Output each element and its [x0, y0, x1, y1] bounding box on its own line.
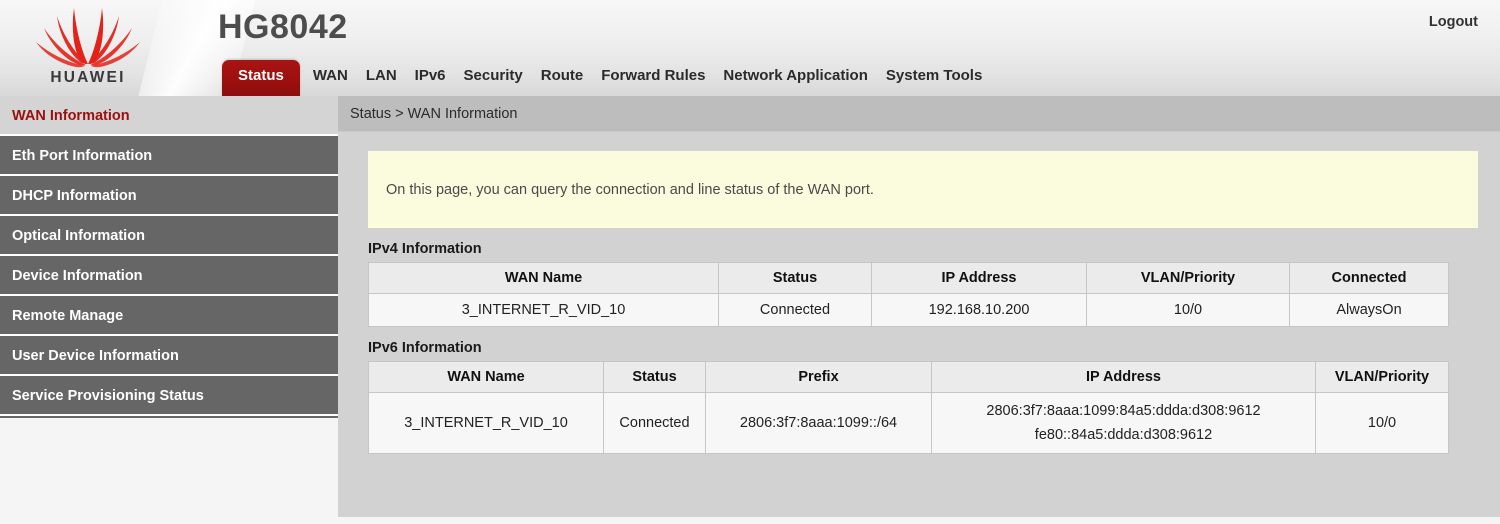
ipv6-cell-ip-address: 2806:3f7:8aaa:1099:84a5:ddda:d308:9612 f… [932, 393, 1316, 454]
nav-item-security[interactable]: Security [455, 67, 532, 96]
ipv6-cell-status: Connected [604, 393, 706, 454]
info-banner: On this page, you can query the connecti… [368, 151, 1478, 228]
ipv4-header-status: Status [719, 263, 872, 294]
ipv4-header-vlan-priority: VLAN/Priority [1087, 263, 1290, 294]
table-header-row: WAN Name Status IP Address VLAN/Priority… [369, 263, 1449, 294]
sidebar: WAN Information Eth Port Information DHC… [0, 96, 338, 517]
ipv6-header-prefix: Prefix [706, 362, 932, 393]
ipv6-address-link-local: fe80::84a5:ddda:d308:9612 [936, 423, 1311, 447]
nav-item-system-tools[interactable]: System Tools [877, 67, 991, 96]
ipv4-cell-connected: AlwaysOn [1290, 294, 1449, 327]
sidebar-item-device-information[interactable]: Device Information [0, 256, 338, 296]
page-body: WAN Information Eth Port Information DHC… [0, 96, 1500, 517]
sidebar-item-eth-port-information[interactable]: Eth Port Information [0, 136, 338, 176]
ipv6-header-vlan-priority: VLAN/Priority [1316, 362, 1449, 393]
content-panel: Status > WAN Information On this page, y… [338, 96, 1500, 517]
table-header-row: WAN Name Status Prefix IP Address VLAN/P… [369, 362, 1449, 393]
ipv6-cell-wan-name: 3_INTERNET_R_VID_10 [369, 393, 604, 454]
ipv6-header-wan-name: WAN Name [369, 362, 604, 393]
ipv6-table: WAN Name Status Prefix IP Address VLAN/P… [368, 361, 1449, 454]
ipv6-header-ip-address: IP Address [932, 362, 1316, 393]
nav-item-wan[interactable]: WAN [304, 67, 357, 96]
ipv4-cell-ip-address: 192.168.10.200 [872, 294, 1087, 327]
ipv6-header-status: Status [604, 362, 706, 393]
content-inner: On this page, you can query the connecti… [338, 132, 1500, 454]
sidebar-item-dhcp-information[interactable]: DHCP Information [0, 176, 338, 216]
main-navigation: Status WAN LAN IPv6 Security Route Forwa… [0, 52, 1500, 96]
logout-button[interactable]: Logout [1429, 14, 1478, 30]
sidebar-bottom-divider [0, 416, 338, 418]
ipv6-cell-vlan-priority: 10/0 [1316, 393, 1449, 454]
info-banner-text: On this page, you can query the connecti… [386, 182, 874, 198]
ipv6-cell-prefix: 2806:3f7:8aaa:1099::/64 [706, 393, 932, 454]
nav-item-ipv6[interactable]: IPv6 [406, 67, 455, 96]
nav-item-forward-rules[interactable]: Forward Rules [592, 67, 714, 96]
page-title: HG8042 [218, 8, 348, 47]
sidebar-item-service-provisioning-status[interactable]: Service Provisioning Status [0, 376, 338, 416]
page-header: HUAWEI HG8042 Logout Status WAN LAN IPv6… [0, 0, 1500, 96]
ipv6-address-global: 2806:3f7:8aaa:1099:84a5:ddda:d308:9612 [936, 399, 1311, 423]
nav-item-network-application[interactable]: Network Application [714, 67, 876, 96]
breadcrumb: Status > WAN Information [338, 96, 1500, 132]
sidebar-item-remote-manage[interactable]: Remote Manage [0, 296, 338, 336]
ipv6-section-label: IPv6 Information [368, 340, 1478, 356]
sidebar-item-user-device-information[interactable]: User Device Information [0, 336, 338, 376]
ipv4-header-connected: Connected [1290, 263, 1449, 294]
ipv4-cell-vlan-priority: 10/0 [1087, 294, 1290, 327]
ipv4-cell-status: Connected [719, 294, 872, 327]
sidebar-item-wan-information[interactable]: WAN Information [0, 96, 338, 136]
ipv4-table: WAN Name Status IP Address VLAN/Priority… [368, 262, 1449, 327]
table-row: 3_INTERNET_R_VID_10 Connected 2806:3f7:8… [369, 393, 1449, 454]
sidebar-item-optical-information[interactable]: Optical Information [0, 216, 338, 256]
ipv4-header-ip-address: IP Address [872, 263, 1087, 294]
nav-item-status[interactable]: Status [222, 60, 300, 96]
nav-item-lan[interactable]: LAN [357, 67, 406, 96]
ipv4-cell-wan-name: 3_INTERNET_R_VID_10 [369, 294, 719, 327]
nav-item-route[interactable]: Route [532, 67, 593, 96]
table-row: 3_INTERNET_R_VID_10 Connected 192.168.10… [369, 294, 1449, 327]
ipv4-header-wan-name: WAN Name [369, 263, 719, 294]
ipv4-section-label: IPv4 Information [368, 241, 1478, 257]
